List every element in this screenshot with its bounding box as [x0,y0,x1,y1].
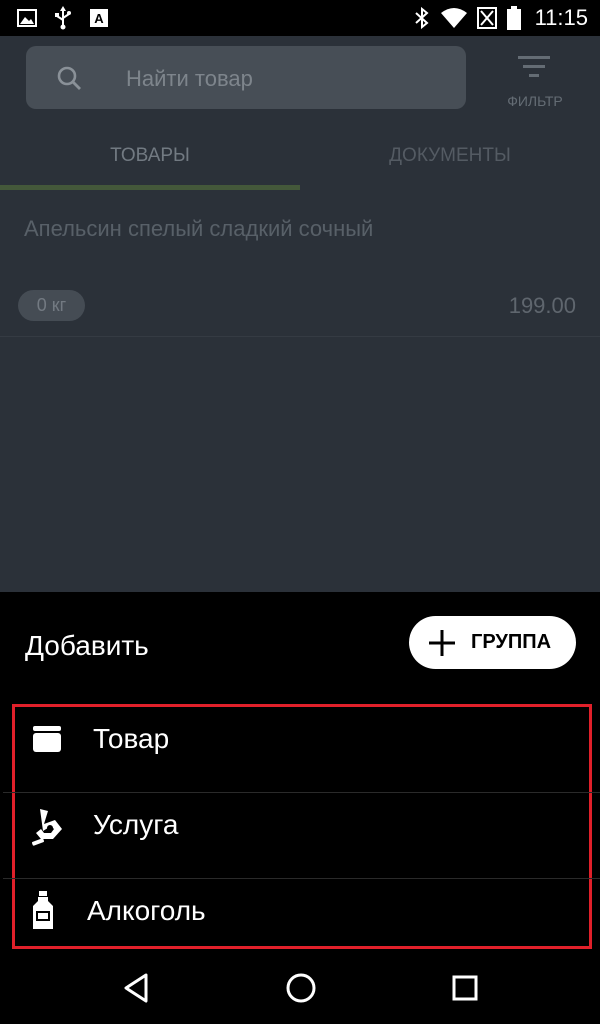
product-list-item[interactable]: Апельсин спелый сладкий сочный 0 кг 199.… [0,190,600,337]
bluetooth-icon [415,6,429,30]
menu-item-service[interactable]: Услуга [3,793,600,879]
search-placeholder: Найти товар [126,66,253,91]
filter-button[interactable]: ФИЛЬТР [494,46,584,116]
filter-icon [518,56,550,77]
tab-documents[interactable]: ДОКУМЕНТЫ [300,138,600,190]
quantity-badge: 0 кг [18,290,85,321]
menu-item-label: Услуга [93,809,179,840]
search-icon [57,66,81,90]
home-icon[interactable] [285,972,317,1004]
image-icon [17,9,37,27]
tab-products[interactable]: ТОВАРЫ [0,138,300,190]
recent-apps-icon[interactable] [451,974,479,1002]
search-input[interactable]: Найти товар [26,46,466,109]
add-bottom-sheet: Добавить ГРУППА Товар Услуга Алкоголь [0,592,600,952]
product-box-icon [33,726,61,752]
filter-label: ФИЛЬТР [507,93,563,109]
product-price: 199.00 [508,293,576,318]
add-options-highlight: Товар Услуга Алкоголь [3,704,600,949]
add-group-button[interactable]: ГРУППА [409,616,576,669]
products-screen: Найти товар ФИЛЬТР ТОВАРЫ ДОКУМЕНТЫ Апел… [0,36,600,592]
svg-text:A: A [94,11,104,26]
battery-icon [507,6,521,30]
back-icon[interactable] [122,972,150,1004]
wifi-icon [441,8,467,28]
no-sim-icon [477,7,497,29]
menu-item-label: Товар [93,723,170,754]
bottle-icon [33,891,53,929]
usb-icon [55,6,71,30]
clock: 11:15 [534,5,588,30]
service-hand-icon [31,809,62,846]
group-button-label: ГРУППА [471,631,552,653]
font-icon: A [90,9,108,27]
product-name: Апельсин спелый сладкий сочный [24,216,374,241]
status-bar: A 11:15 [0,0,600,36]
menu-item-label: Алкоголь [87,895,206,926]
menu-item-product[interactable]: Товар [3,707,600,793]
sheet-title: Добавить [25,630,149,661]
navigation-bar [0,952,600,1024]
plus-icon [429,630,455,656]
